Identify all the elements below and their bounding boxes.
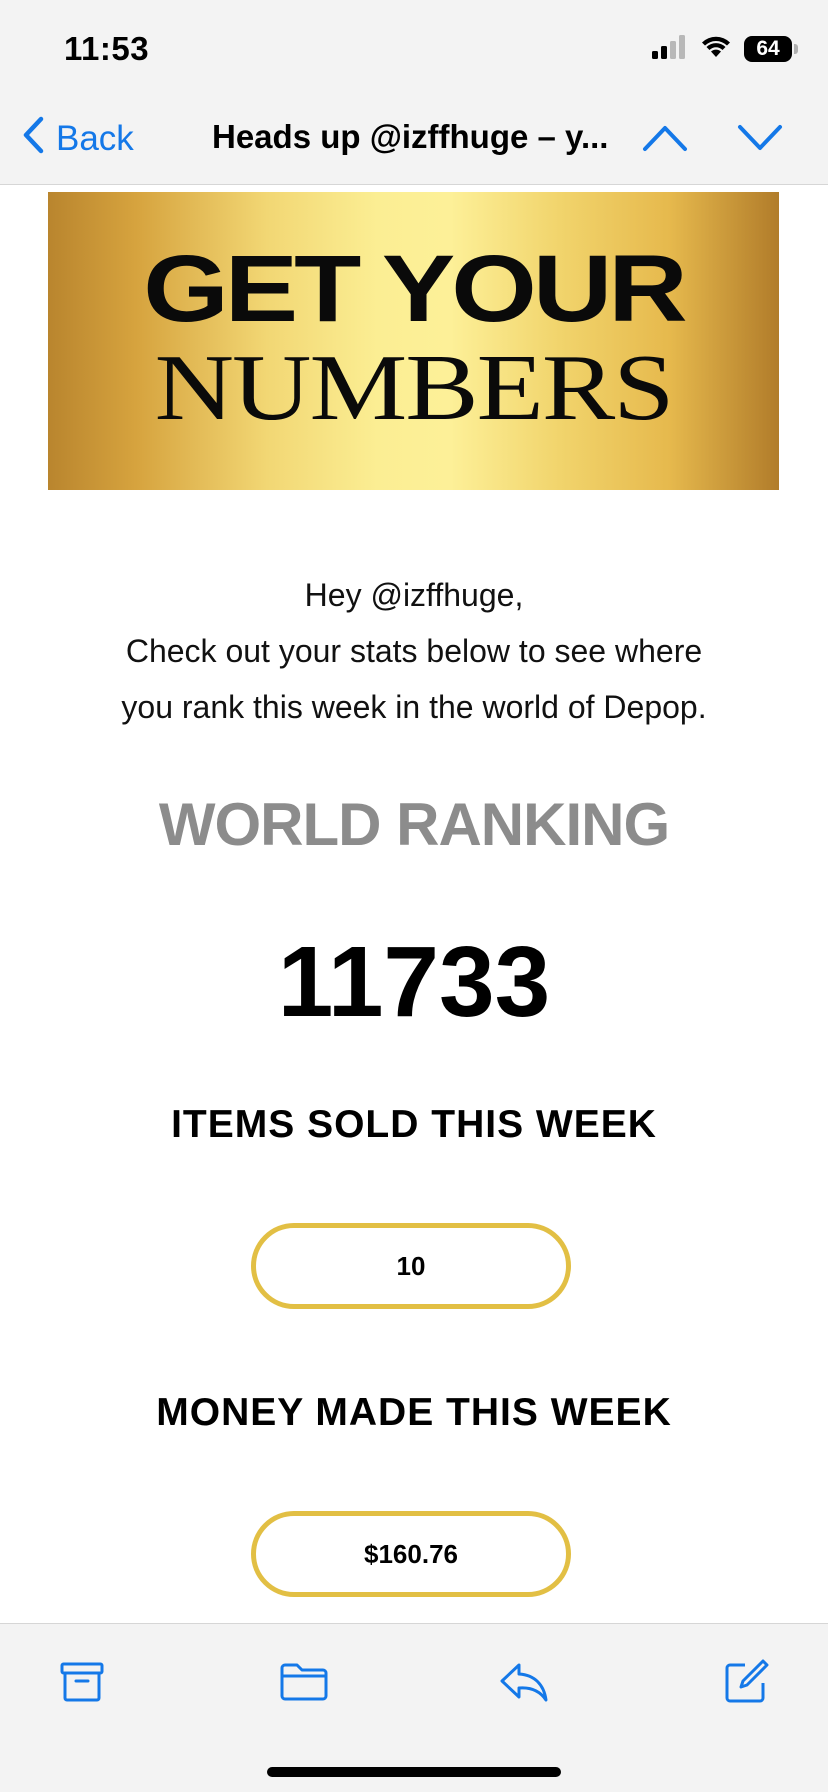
email-subject-title: Heads up @izffhuge – y... [212, 118, 609, 155]
archive-button[interactable] [52, 1654, 112, 1714]
previous-message-button[interactable] [641, 118, 689, 162]
chevron-left-icon [22, 116, 44, 163]
status-bar: 11:53 64 [0, 0, 828, 96]
world-ranking-label: WORLD RANKING [158, 791, 670, 858]
banner-headline-line1: GET YOUR [143, 235, 688, 342]
items-sold-value: 10 [251, 1223, 571, 1309]
battery-level: 64 [756, 37, 780, 60]
reply-button[interactable] [494, 1654, 554, 1714]
banner-headline-line2: NUMBERS [154, 334, 675, 440]
greeting-line: you rank this week in the world of Depop… [121, 689, 707, 725]
email-body[interactable]: GET YOUR NUMBERS Hey @izffhuge, Check ou… [0, 185, 828, 1622]
wifi-icon [700, 35, 732, 64]
greeting-line: Hey @izffhuge, [304, 577, 524, 613]
bottom-toolbar [0, 1623, 828, 1792]
status-time: 11:53 [64, 30, 150, 67]
back-button[interactable]: Back [22, 114, 134, 164]
back-label: Back [56, 119, 134, 158]
folder-icon [279, 1662, 329, 1707]
chevron-up-icon [642, 124, 688, 157]
next-message-button[interactable] [736, 118, 784, 162]
world-ranking-value: 11733 [277, 926, 551, 1038]
chevron-down-icon [737, 124, 783, 157]
compose-icon [723, 1659, 769, 1710]
reply-icon [499, 1661, 549, 1708]
money-made-heading: MONEY MADE THIS WEEK [156, 1391, 672, 1434]
get-your-numbers-banner[interactable]: GET YOUR NUMBERS [48, 192, 779, 490]
status-icons: 64 [652, 34, 798, 64]
greeting-line: Check out your stats below to see where [125, 633, 703, 669]
cellular-signal-icon [652, 34, 688, 64]
money-made-value: $160.76 [251, 1511, 571, 1597]
compose-button[interactable] [716, 1654, 776, 1714]
navigation-bar: Back Heads up @izffhuge – y... [0, 96, 828, 185]
greeting-text: Hey @izffhuge, Check out your stats belo… [0, 567, 828, 735]
items-sold-heading: ITEMS SOLD THIS WEEK [171, 1103, 657, 1146]
archive-icon [60, 1661, 104, 1708]
move-to-folder-button[interactable] [274, 1654, 334, 1714]
home-indicator[interactable] [267, 1767, 561, 1777]
battery-indicator: 64 [744, 36, 798, 62]
mail-screen: 11:53 64 Back Heads up @izffhuge – y... … [0, 0, 828, 1792]
